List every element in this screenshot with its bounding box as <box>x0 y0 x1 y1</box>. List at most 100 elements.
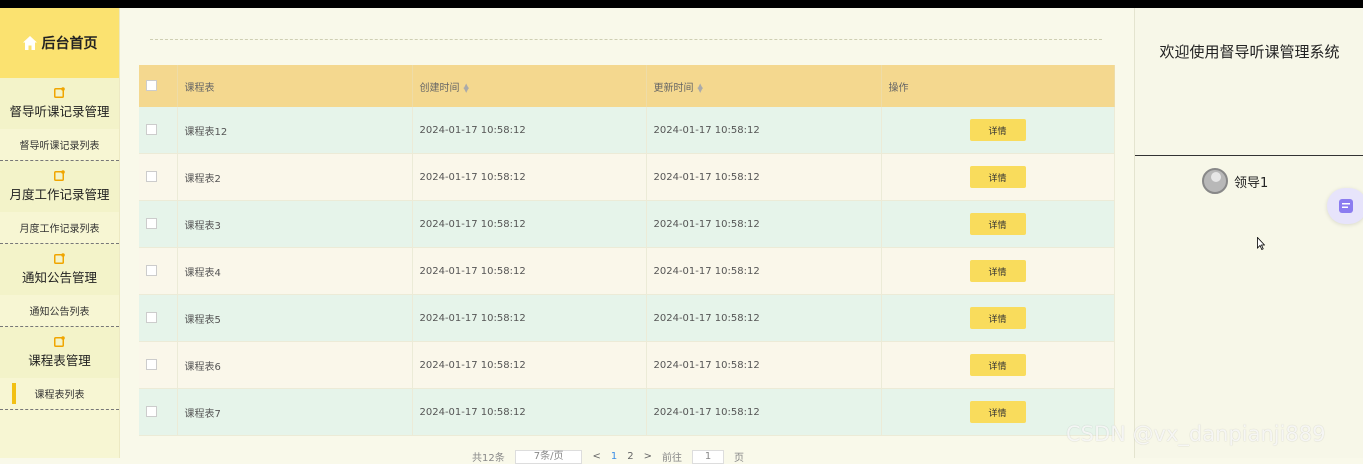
table-row: 课程表5 2024-01-17 10:58:12 2024-01-17 10:5… <box>139 294 1115 342</box>
sidebar-item-schedule-list[interactable]: 课程表列表 <box>0 378 119 409</box>
home-icon <box>22 36 37 50</box>
table-header-row: 课程表 创建时间 ▲ ▼ 更新时间 ▲ ▼ 操作 <box>139 65 1115 107</box>
detail-button[interactable]: 详情 <box>969 213 1026 235</box>
folder-icon <box>54 253 65 264</box>
sidebar-group-title: 月度工作记录管理 <box>9 187 110 202</box>
cell-updated: 2024-01-17 10:58:12 <box>646 107 882 154</box>
column-header-updated[interactable]: 更新时间 ▲ ▼ <box>646 65 882 107</box>
cell-name: 课程表12 <box>177 107 413 154</box>
column-header-created[interactable]: 创建时间 ▲ ▼ <box>412 65 647 107</box>
sidebar-item-supervision-list[interactable]: 督导听课记录列表 <box>0 129 119 160</box>
user-info[interactable]: 领导1 <box>1202 168 1268 194</box>
welcome-text: 欢迎使用督导听课管理系统 <box>1159 43 1340 61</box>
cursor-icon <box>1257 237 1265 250</box>
page-1-button[interactable]: 1 <box>611 451 617 462</box>
sidebar-group-schedule: 课程表管理 课程表列表 <box>0 327 119 410</box>
sidebar-group-monthly: 月度工作记录管理 月度工作记录列表 <box>0 161 119 244</box>
cell-created: 2024-01-17 10:58:12 <box>412 107 647 154</box>
cell-created: 2024-01-17 10:58:12 <box>412 247 647 295</box>
select-all-checkbox[interactable] <box>146 80 157 92</box>
cell-created: 2024-01-17 10:58:12 <box>412 388 647 436</box>
cell-name: 课程表6 <box>177 341 413 389</box>
sidebar-group-header[interactable]: 月度工作记录管理 <box>0 161 119 212</box>
home-label: 后台首页 <box>41 36 98 52</box>
top-bar <box>0 0 1363 8</box>
sidebar-item-notice-list[interactable]: 通知公告列表 <box>0 295 119 326</box>
sidebar-group-header[interactable]: 通知公告管理 <box>0 244 119 295</box>
table-row: 课程表4 2024-01-17 10:58:12 2024-01-17 10:5… <box>139 247 1115 295</box>
cell-name: 课程表5 <box>177 294 413 342</box>
table-row: 课程表12 2024-01-17 10:58:12 2024-01-17 10:… <box>139 107 1115 154</box>
sidebar-item-monthly-list[interactable]: 月度工作记录列表 <box>0 212 119 243</box>
pagination: 共12条 7条/页 < 1 2 > 前往 1 页 <box>472 449 744 464</box>
sort-icon[interactable]: ▲ ▼ <box>464 82 469 93</box>
cell-created: 2024-01-17 10:58:12 <box>412 200 647 248</box>
sidebar-group-supervision: 督导听课记录管理 督导听课记录列表 <box>0 78 119 161</box>
cell-name: 课程表3 <box>177 200 413 248</box>
table-row: 课程表6 2024-01-17 10:58:12 2024-01-17 10:5… <box>139 341 1115 389</box>
pagination-total: 共12条 <box>472 453 505 464</box>
welcome-box: 欢迎使用督导听课管理系统 <box>1135 8 1363 156</box>
detail-button[interactable]: 详情 <box>969 354 1026 376</box>
main-content: 课程表 创建时间 ▲ ▼ 更新时间 ▲ ▼ 操作 课程表12 2024-01-17 10… <box>120 8 1133 464</box>
cell-created: 2024-01-17 10:58:12 <box>412 341 647 389</box>
table-row: 课程表7 2024-01-17 10:58:12 2024-01-17 10:5… <box>139 388 1115 436</box>
floating-chat-button[interactable] <box>1327 188 1363 224</box>
row-checkbox[interactable] <box>146 359 157 371</box>
table-row: 课程表3 2024-01-17 10:58:12 2024-01-17 10:5… <box>139 200 1115 248</box>
header-label: 课程表 <box>184 82 215 94</box>
folder-icon <box>54 87 65 98</box>
sort-icon[interactable]: ▲ ▼ <box>698 82 703 93</box>
row-checkbox[interactable] <box>146 218 157 230</box>
row-checkbox[interactable] <box>146 312 157 324</box>
goto-page-input[interactable]: 1 <box>692 449 724 464</box>
row-checkbox[interactable] <box>146 265 157 277</box>
folder-icon <box>54 170 65 181</box>
home-link[interactable]: 后台首页 <box>0 8 119 78</box>
detail-button[interactable]: 详情 <box>969 166 1026 188</box>
detail-button[interactable]: 详情 <box>969 401 1026 423</box>
sidebar-group-title: 通知公告管理 <box>21 270 97 285</box>
cell-updated: 2024-01-17 10:58:12 <box>646 153 882 201</box>
user-name: 领导1 <box>1234 175 1269 191</box>
cell-created: 2024-01-17 10:58:12 <box>412 294 647 342</box>
column-header-name: 课程表 <box>177 65 413 107</box>
right-panel: 欢迎使用督导听课管理系统 领导1 <box>1134 8 1363 458</box>
goto-suffix: 页 <box>734 453 744 464</box>
cell-updated: 2024-01-17 10:58:12 <box>646 200 882 248</box>
detail-button[interactable]: 详情 <box>969 260 1026 282</box>
cell-name: 课程表2 <box>177 153 413 201</box>
cell-name: 课程表7 <box>177 388 413 436</box>
sidebar-group-notice: 通知公告管理 通知公告列表 <box>0 244 119 327</box>
column-header-actions: 操作 <box>881 65 1115 107</box>
data-table: 课程表 创建时间 ▲ ▼ 更新时间 ▲ ▼ 操作 课程表12 2024-01-17 10… <box>139 65 1115 436</box>
header-label: 更新时间 <box>653 82 694 94</box>
avatar-icon <box>1202 168 1228 194</box>
sidebar-group-title: 课程表管理 <box>28 353 91 368</box>
row-checkbox[interactable] <box>146 171 157 183</box>
sidebar: 后台首页 督导听课记录管理 督导听课记录列表 月度工作记录管理 月度工作记录列表 <box>0 8 120 458</box>
header-label: 操作 <box>888 82 909 94</box>
next-page-button[interactable]: > <box>644 451 652 462</box>
goto-prefix: 前往 <box>662 453 682 464</box>
table-row: 课程表2 2024-01-17 10:58:12 2024-01-17 10:5… <box>139 153 1115 201</box>
page-size-select[interactable]: 7条/页 <box>514 449 583 464</box>
cell-updated: 2024-01-17 10:58:12 <box>646 247 882 295</box>
sidebar-group-header[interactable]: 课程表管理 <box>0 327 119 378</box>
cell-name: 课程表4 <box>177 247 413 295</box>
detail-button[interactable]: 详情 <box>969 119 1026 141</box>
row-checkbox[interactable] <box>146 406 157 418</box>
chat-icon <box>1339 199 1353 213</box>
watermark-text: CSDN @vx_danpianji889 <box>1066 422 1326 446</box>
detail-button[interactable]: 详情 <box>969 307 1026 329</box>
select-all-cell <box>139 65 178 107</box>
page-2-button[interactable]: 2 <box>627 451 633 462</box>
cell-created: 2024-01-17 10:58:12 <box>412 153 647 201</box>
prev-page-button[interactable]: < <box>592 451 600 462</box>
header-label: 创建时间 <box>419 82 460 94</box>
sidebar-group-title: 督导听课记录管理 <box>9 104 110 119</box>
sidebar-group-header[interactable]: 督导听课记录管理 <box>0 78 119 129</box>
cell-updated: 2024-01-17 10:58:12 <box>646 388 882 436</box>
cell-updated: 2024-01-17 10:58:12 <box>646 294 882 342</box>
row-checkbox[interactable] <box>146 124 157 136</box>
